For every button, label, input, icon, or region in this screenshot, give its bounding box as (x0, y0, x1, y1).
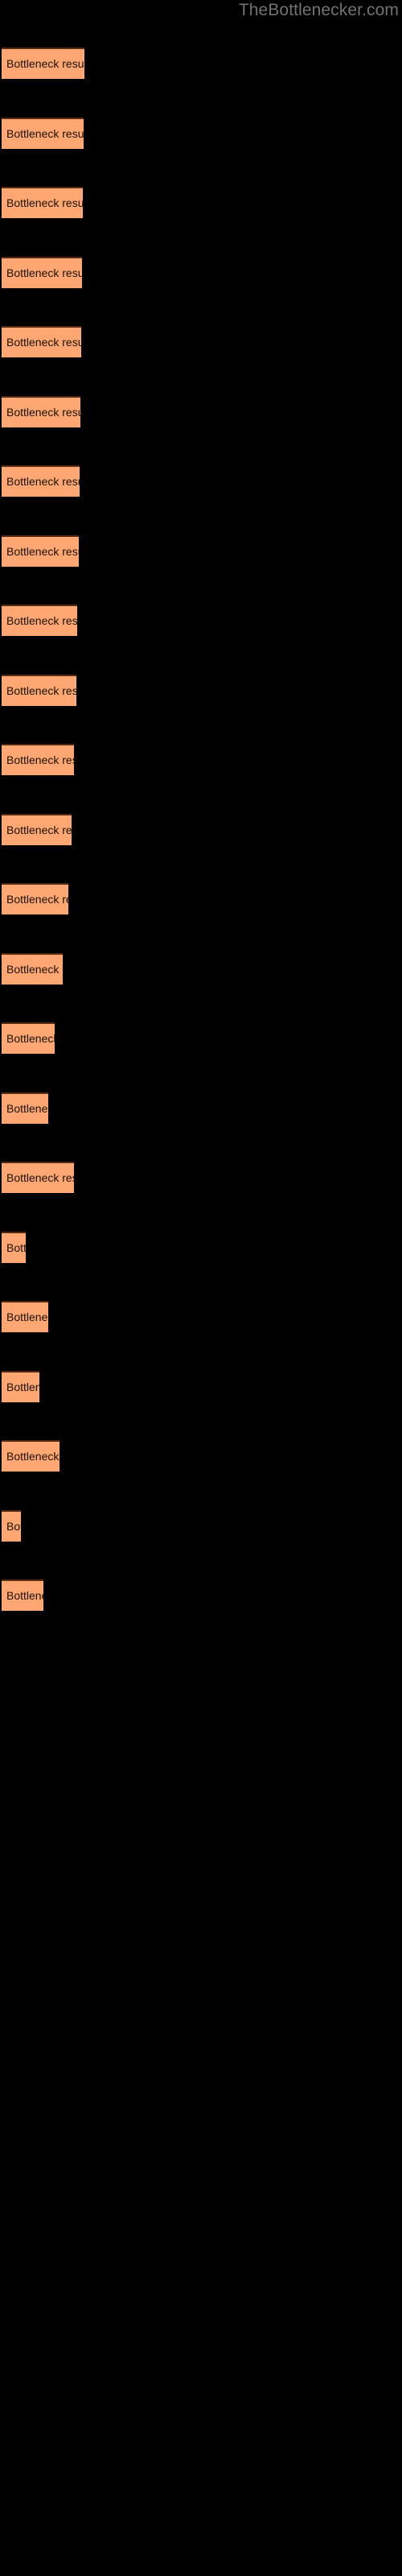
bar-label: Bottleneck result (6, 336, 81, 349)
bar-label-clip: Bottleneck result (2, 257, 82, 288)
bar-label: Bottleneck result (6, 127, 84, 140)
bar-label-clip: Bottleneck result (2, 1232, 26, 1263)
chart-plot-area: Bottleneck result Bottleneck result Bottle… (0, 0, 402, 1771)
bar-label: Bottleneck result (6, 1032, 55, 1045)
bar-label-clip: Bottleneck result (2, 814, 72, 845)
bar-label-clip: Bottleneck result (2, 1440, 59, 1472)
bar-label: Bottleneck result (6, 1520, 21, 1533)
bar-label: Bottleneck result (6, 684, 76, 697)
bar-label-clip: Bottleneck result (2, 326, 81, 357)
bar-label-clip: Bottleneck result (2, 1371, 39, 1402)
bar-label: Bottleneck result (6, 1241, 26, 1254)
bar-label: Bottleneck result (6, 753, 74, 766)
bar-label: Bottleneck result (6, 545, 79, 558)
bar-label-clip: Bottleneck result (2, 535, 79, 567)
bar-label-clip: Bottleneck result (2, 1510, 21, 1542)
bar-label-clip: Bottleneck result (2, 953, 63, 985)
bar-label-clip: Bottleneck result (2, 1092, 48, 1124)
bar-label: Bottleneck result (6, 475, 80, 488)
bar-label-clip: Bottleneck result (2, 1579, 43, 1611)
bottleneck-chart: TheBottlenecker.com Bottleneck result Bot… (0, 0, 402, 2576)
bar-label-clip: Bottleneck result (2, 744, 74, 775)
bar-label: Bottleneck result (6, 614, 77, 627)
bar-label: Bottleneck result (6, 266, 82, 279)
bar-label: Bottleneck result (6, 196, 83, 209)
bar-label-clip: Bottleneck result (2, 465, 80, 497)
bar-label-clip: Bottleneck result (2, 1022, 55, 1054)
bar-label-clip: Bottleneck result (2, 1301, 48, 1332)
bar-label: Bottleneck result (6, 1589, 43, 1602)
bar-label: Bottleneck result (6, 1311, 48, 1323)
bar-label-clip: Bottleneck result (2, 187, 83, 218)
bar-label-clip: Bottleneck result (2, 396, 80, 427)
bar-label-clip: Bottleneck result (2, 675, 76, 706)
bar-label: Bottleneck result (6, 893, 68, 906)
bar-label: Bottleneck result (6, 1102, 48, 1115)
bar-label: Bottleneck result (6, 963, 63, 976)
bar-label-clip: Bottleneck result (2, 118, 84, 149)
bar-label-clip: Bottleneck result (2, 47, 84, 79)
bar-label: Bottleneck result (6, 824, 72, 836)
bar-label: Bottleneck result (6, 1171, 74, 1184)
bar-label: Bottleneck result (6, 1450, 59, 1463)
bar-label: Bottleneck result (6, 1381, 39, 1393)
bar-label-clip: Bottleneck result (2, 883, 68, 914)
bar-label-clip: Bottleneck result (2, 605, 77, 636)
bar-label: Bottleneck result (6, 57, 84, 70)
bar-label-clip: Bottleneck result (2, 1162, 74, 1193)
bar-label: Bottleneck result (6, 406, 80, 419)
